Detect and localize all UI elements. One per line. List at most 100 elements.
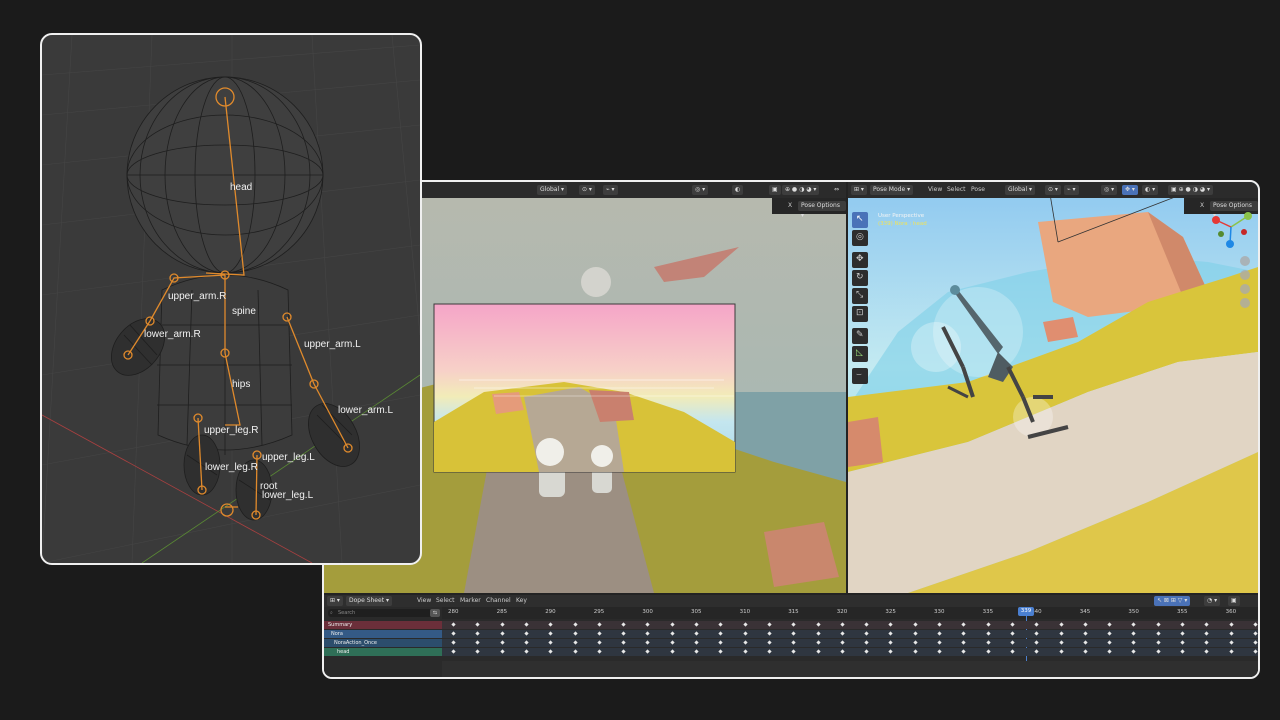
- keyframe-diamond[interactable]: [961, 622, 966, 627]
- keyframe-diamond[interactable]: [1107, 631, 1112, 636]
- keyframe-diamond[interactable]: [767, 640, 772, 645]
- scale-tool[interactable]: ⤡: [852, 288, 868, 304]
- snap-dropdown[interactable]: ⌁ ▾: [603, 185, 618, 195]
- annotate-tool[interactable]: ✎: [852, 328, 868, 344]
- keyframe-diamond[interactable]: [621, 631, 626, 636]
- menu-view[interactable]: View: [928, 186, 942, 193]
- keyframe-diamond[interactable]: [913, 649, 918, 654]
- keyframe-diamond[interactable]: [815, 622, 821, 627]
- keyframe-diamond[interactable]: [451, 631, 456, 636]
- keyframe-diamond[interactable]: [548, 631, 553, 636]
- filter-buttons[interactable]: ↖ ⊠ ⊞ ▽ ▾: [1154, 596, 1191, 606]
- keyframe-diamond[interactable]: [1034, 622, 1039, 627]
- bone-segment[interactable]: [286, 316, 315, 385]
- dope-menu-key[interactable]: Key: [516, 597, 527, 604]
- keyframe-diamond[interactable]: [742, 649, 748, 654]
- keyframe-diamond[interactable]: [1156, 622, 1161, 627]
- keyframe-diamond[interactable]: [524, 649, 529, 654]
- close-x-button[interactable]: X: [788, 202, 792, 209]
- pose-tool[interactable]: ⌣: [852, 368, 868, 384]
- keyframe-diamond[interactable]: [815, 631, 821, 636]
- rotate-tool[interactable]: ↻: [852, 270, 868, 286]
- keyframe-diamond[interactable]: [1107, 640, 1112, 645]
- keyframe-diamond[interactable]: [937, 640, 942, 645]
- keyframe-diamond[interactable]: [597, 622, 602, 627]
- keyframe-diamond[interactable]: [913, 640, 918, 645]
- keyframe-diamond[interactable]: [767, 631, 772, 636]
- keyframe-diamond[interactable]: [1010, 649, 1015, 654]
- keyframe-diamond[interactable]: [572, 649, 578, 654]
- keyframe-diamond[interactable]: [767, 622, 772, 627]
- keyframe-diamond[interactable]: [742, 640, 748, 645]
- keyframe-diamond[interactable]: [1253, 649, 1258, 654]
- visibility-dropdown-right[interactable]: ◎ ▾: [1101, 185, 1118, 195]
- snapping-dropdown[interactable]: ◔ ▾: [1204, 596, 1221, 606]
- rig-wireframe-view[interactable]: head upper_arm.Rspine lower_arm.R upper_arm…: [42, 35, 420, 563]
- channel-row[interactable]: Nora: [324, 630, 442, 638]
- keyframe-diamond[interactable]: [840, 640, 845, 645]
- channel-row[interactable]: Summary: [324, 621, 442, 629]
- keyframe-diamond[interactable]: [888, 631, 894, 636]
- keyframe-diamond[interactable]: [1204, 631, 1209, 636]
- zoom-icon[interactable]: [1240, 256, 1250, 266]
- menu-select[interactable]: Select: [947, 186, 966, 193]
- keyframe-diamond[interactable]: [864, 631, 869, 636]
- grid-view-icon[interactable]: [1240, 298, 1250, 308]
- keyframe-diamond[interactable]: [985, 640, 991, 645]
- keyframe-diamond[interactable]: [621, 622, 626, 627]
- keyframe-diamond[interactable]: [1083, 622, 1088, 627]
- keyframe-diamond[interactable]: [524, 631, 529, 636]
- keyframe-diamond[interactable]: [694, 631, 699, 636]
- keyframe-diamond[interactable]: [621, 640, 626, 645]
- keyframe-diamond[interactable]: [597, 631, 602, 636]
- keyframe-diamond[interactable]: [864, 640, 869, 645]
- menu-pose[interactable]: Pose: [971, 186, 985, 193]
- keyframe-diamond[interactable]: [572, 622, 578, 627]
- pivot-point-dropdown[interactable]: ⊙ ▾: [579, 185, 595, 195]
- keyframe-diamond[interactable]: [670, 649, 675, 654]
- keyframe-diamond[interactable]: [1010, 640, 1015, 645]
- keyframe-diamond[interactable]: [475, 631, 480, 636]
- keyframe-diamond[interactable]: [572, 640, 578, 645]
- keyframe-diamond[interactable]: [1034, 649, 1039, 654]
- transform-tool[interactable]: ⊡: [852, 306, 868, 322]
- pose-viewport[interactable]: ⊞ ▾ Pose Mode ▾ View Select Pose Global …: [848, 182, 1258, 593]
- keyframe-diamond[interactable]: [1156, 640, 1161, 645]
- keyframe-diamond[interactable]: [499, 631, 505, 636]
- dope-options[interactable]: ▣: [1228, 596, 1240, 606]
- keyframe-diamond[interactable]: [1253, 640, 1258, 645]
- keyframe-diamond[interactable]: [1253, 622, 1258, 627]
- keyframe-diamond[interactable]: [742, 622, 748, 627]
- keyframe-diamond[interactable]: [451, 640, 456, 645]
- keyframe-diamond[interactable]: [548, 640, 553, 645]
- keyframe-diamond[interactable]: [840, 631, 845, 636]
- keyframe-diamond[interactable]: [1034, 640, 1039, 645]
- keyframe-diamond[interactable]: [694, 640, 699, 645]
- camera-view-icon[interactable]: [1240, 284, 1250, 294]
- keyframe-diamond[interactable]: [1131, 631, 1137, 636]
- keyframe-diamond[interactable]: [718, 649, 723, 654]
- keyframe-diamond[interactable]: [475, 640, 480, 645]
- keyframe-diamond[interactable]: [961, 640, 966, 645]
- keyframe-diamond[interactable]: [1228, 631, 1234, 636]
- pivot-dropdown-right[interactable]: ⊙ ▾: [1045, 185, 1061, 195]
- channel-row[interactable]: NoraAction_Once: [324, 639, 442, 647]
- overlay-toggle-right[interactable]: ◐ ▾: [1142, 185, 1159, 195]
- keyframe-diamond[interactable]: [840, 622, 845, 627]
- keyframe-diamond[interactable]: [1156, 649, 1161, 654]
- current-frame-indicator[interactable]: 339: [1018, 607, 1034, 616]
- dope-menu-channel[interactable]: Channel: [486, 597, 511, 604]
- keyframe-diamond[interactable]: [888, 640, 894, 645]
- overlay-toggle[interactable]: ◐: [732, 185, 744, 195]
- channel-search-input[interactable]: ⌕ Search: [328, 609, 438, 617]
- keyframe-diamond[interactable]: [913, 622, 918, 627]
- keyframe-diamond[interactable]: [475, 622, 480, 627]
- keyframe-diamond[interactable]: [791, 640, 796, 645]
- keyframe-diamond[interactable]: [1058, 622, 1064, 627]
- keyframe-diamond[interactable]: [1131, 649, 1137, 654]
- close-x-button-right[interactable]: X: [1200, 202, 1204, 209]
- keyframe-diamond[interactable]: [961, 631, 966, 636]
- keyframe-diamond[interactable]: [742, 631, 748, 636]
- keyframe-diamond[interactable]: [937, 631, 942, 636]
- keyframe-diamond[interactable]: [985, 649, 991, 654]
